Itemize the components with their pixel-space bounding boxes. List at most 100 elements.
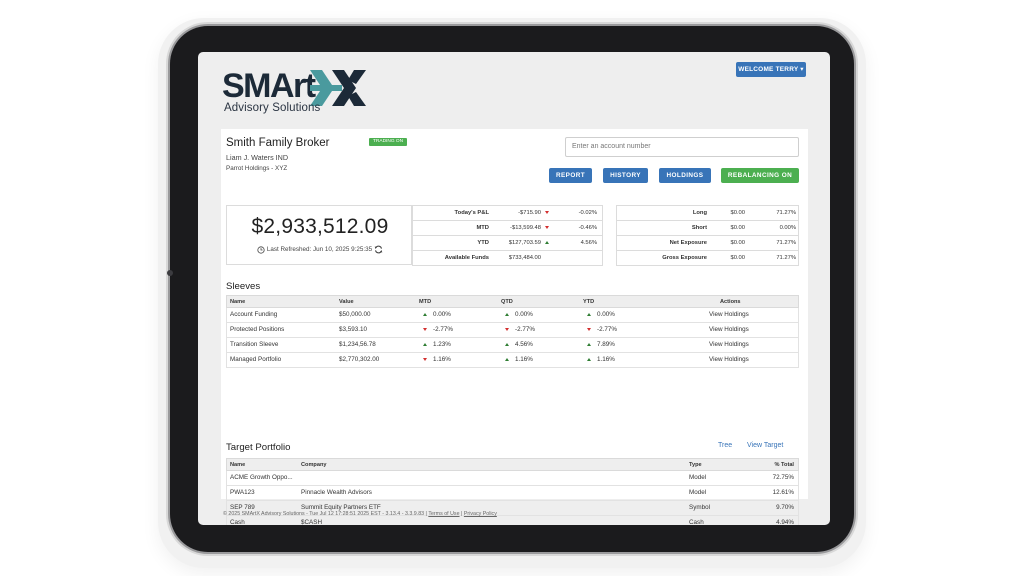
refresh-row: Last Refreshed: Jun 10, 2025 9:25:35 [227,245,413,254]
stat-value: -$13,599.48 [510,225,541,231]
col-percent-total: % Total [774,462,794,468]
col-type: Type [689,462,702,468]
footer: © 2025 SMArtX Advisory Solutions - Tue J… [223,511,497,517]
pnl-row-today: Today's P&L -$715.90 -0.02% [413,205,602,220]
sleeve-value: $50,000.00 [339,311,371,318]
col-ytd: YTD [583,299,595,305]
col-qtd: QTD [501,299,513,305]
view-holdings-link[interactable]: View Holdings [709,323,749,337]
sleeve-value: $3,593.10 [339,326,368,333]
last-refreshed-text: Last Refreshed: Jun 10, 2025 9:25:35 [266,246,373,254]
target-name: Cash [230,519,245,525]
total-balance: $2,933,512.09 [251,215,389,238]
target-table-header: Name Company Type % Total [226,458,799,471]
refresh-icon[interactable] [374,245,383,254]
exposure-row-long: Long $0.00 71.27% [617,205,798,220]
tree-link[interactable]: Tree [718,442,732,449]
stat-label: Short [691,225,707,231]
account-firm: Parrot Holdings - XYZ [226,165,288,172]
stat-label: Long [692,210,707,216]
account-card: Smith Family Broker TRADING ON Liam J. W… [221,129,808,525]
view-holdings-link[interactable]: View Holdings [709,308,749,322]
target-percent: 9.70% [776,504,794,511]
sleeve-ytd: 7.89% [597,341,615,348]
account-search-input[interactable]: Enter an account number [565,137,799,157]
sleeve-row: Account Funding $50,000.00 0.00% 0.00% 0… [226,308,799,323]
exposure-row-net: Net Exposure $0.00 71.27% [617,235,798,250]
col-mtd: MTD [419,299,432,305]
arrow-down-icon [545,206,549,220]
exposure-row-gross: Gross Exposure $0.00 71.27% [617,250,798,265]
stat-percent: -0.46% [578,225,597,231]
target-row: ACME Growth Oppo... Model 72.75% [226,471,799,486]
arrow-up-icon [423,338,427,352]
trading-status-badge: TRADING ON [369,138,408,146]
logo-x-mark-icon [310,70,366,106]
history-button[interactable]: HISTORY [603,168,648,183]
stat-percent: 71.27% [776,210,796,216]
stat-value: -$715.90 [518,210,541,216]
app-screen: SMArt Advisory Solutions WELCOME TERRY ▾… [198,52,830,525]
report-button[interactable]: REPORT [549,168,592,183]
sleeves-table: Name Value MTD QTD YTD Actions Account F… [226,295,799,368]
stat-value: $733,484.00 [508,255,541,261]
stat-percent: -0.02% [578,210,597,216]
sleeve-row: Transition Sleeve $1,234,56.78 1.23% 4.5… [226,338,799,353]
col-value: Value [339,299,354,305]
col-company: Company [301,462,327,468]
pnl-row-ytd: YTD $127,703.59 4.56% [413,235,602,250]
pnl-row-available: Available Funds $733,484.00 [413,250,602,265]
stat-percent: 71.27% [776,240,796,246]
arrow-up-icon [545,236,549,250]
welcome-user-menu[interactable]: WELCOME TERRY ▾ [736,62,806,77]
terms-of-use-link[interactable]: Terms of Use [428,511,459,517]
arrow-up-icon [587,308,591,322]
logo-subtitle: Advisory Solutions [224,102,321,114]
sleeve-row: Managed Portfolio $2,770,302.00 1.16% 1.… [226,353,799,368]
target-percent: 72.75% [772,474,794,481]
view-holdings-link[interactable]: View Holdings [709,353,749,367]
account-name: Smith Family Broker [226,137,330,149]
target-type: Cash [689,519,704,525]
sleeve-name: Managed Portfolio [230,356,282,363]
target-percent: 4.94% [776,519,794,525]
exposure-row-short: Short $0.00 0.00% [617,220,798,235]
privacy-policy-link[interactable]: Privacy Policy [464,511,497,517]
account-owner: Liam J. Waters IND [226,153,289,162]
stat-value: $0.00 [730,225,745,231]
brand-logo[interactable]: SMArt Advisory Solutions [222,68,372,116]
sleeve-qtd: 0.00% [515,311,533,318]
sleeve-name: Protected Positions [230,326,285,333]
sleeve-ytd: 0.00% [597,311,615,318]
camera-dot [167,270,173,276]
exposure-stats-table: Long $0.00 71.27% Short $0.00 0.00% Net … [616,205,799,266]
target-name: ACME Growth Oppo... [230,474,293,481]
rebalancing-toggle-button[interactable]: REBALANCING ON [721,168,799,183]
stat-percent: 4.56% [580,240,597,246]
view-target-link[interactable]: View Target [747,442,783,449]
target-type: Model [689,489,707,496]
stat-value: $0.00 [730,255,745,261]
stat-percent: 71.27% [776,255,796,261]
col-actions: Actions [720,299,741,305]
holdings-button[interactable]: HOLDINGS [659,168,711,183]
stat-percent: 0.00% [779,225,796,231]
balance-panel: $2,933,512.09 Last Refreshed: Jun 10, 20… [226,205,412,265]
arrow-up-icon [587,353,591,367]
stat-value: $0.00 [730,240,745,246]
sleeve-qtd: 1.16% [515,356,533,363]
pnl-stats-table: Today's P&L -$715.90 -0.02% MTD -$13,599… [412,205,603,266]
sleeve-mtd: 0.00% [433,311,451,318]
target-company: Pinnacle Wealth Advisors [301,489,372,496]
sleeve-value: $2,770,302.00 [339,356,380,363]
sleeve-value: $1,234,56.78 [339,341,376,348]
arrow-up-icon [587,338,591,352]
logo-wordmark: SMArt [222,67,316,105]
footer-separator: | [461,511,463,517]
arrow-down-icon [423,323,427,337]
view-holdings-link[interactable]: View Holdings [709,338,749,352]
arrow-down-icon [587,323,591,337]
target-type: Symbol [689,504,710,511]
sleeve-row: Protected Positions $3,593.10 -2.77% -2.… [226,323,799,338]
stat-label: Available Funds [444,255,489,261]
